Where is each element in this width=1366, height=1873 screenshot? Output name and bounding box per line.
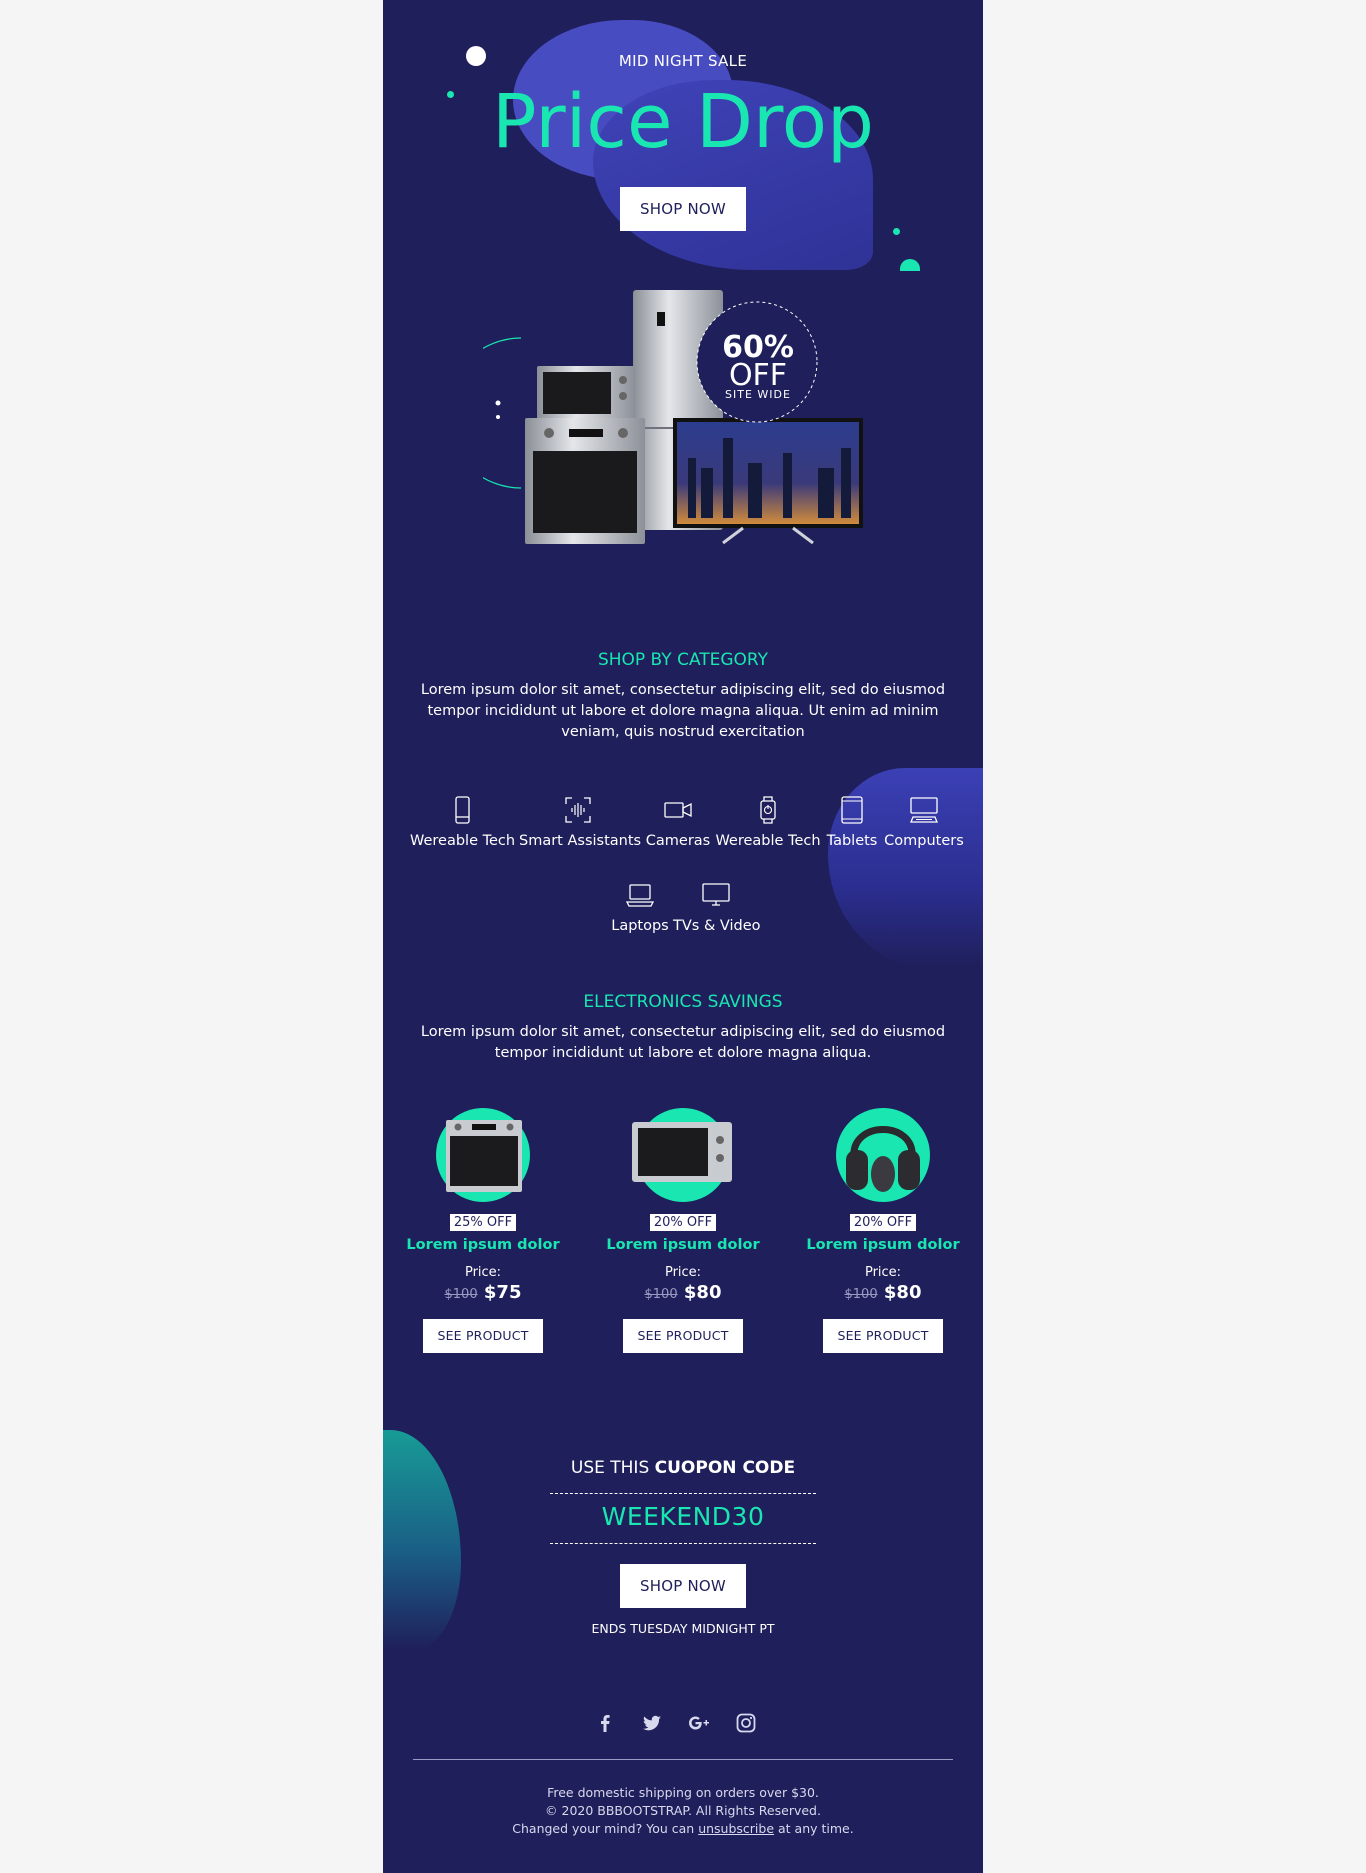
see-product-button[interactable]: SEE PRODUCT bbox=[423, 1319, 543, 1353]
product-name[interactable]: Lorem ipsum dolor bbox=[403, 1237, 563, 1253]
category-label: Wereable Tech bbox=[410, 833, 516, 849]
category-label: Laptops bbox=[611, 918, 669, 934]
voice-assistant-icon bbox=[565, 797, 591, 823]
tablet-icon bbox=[841, 796, 863, 824]
hero-appliances-image bbox=[483, 290, 863, 545]
smartphone-icon bbox=[455, 796, 470, 824]
footer-unsub-prefix: Changed your mind? You can bbox=[512, 1821, 695, 1836]
see-product-button[interactable]: SEE PRODUCT bbox=[823, 1319, 943, 1353]
laptop-icon bbox=[625, 884, 655, 907]
savings-section-text: Lorem ipsum dolor sit amet, consectetur … bbox=[420, 1024, 946, 1061]
product-card: 25% OFF Lorem ipsum dolor Price: $100 $7… bbox=[403, 1108, 563, 1353]
category-section-text: Lorem ipsum dolor sit amet, consectetur … bbox=[420, 682, 946, 740]
category-item-laptops[interactable]: Laptops bbox=[609, 880, 671, 934]
category-label: Wereable Tech bbox=[715, 833, 821, 849]
category-section-title: SHOP BY CATEGORY bbox=[597, 650, 769, 670]
product-discount-badge: 20% OFF bbox=[649, 1214, 717, 1231]
decor-dot bbox=[893, 228, 900, 235]
product-image-microwave bbox=[632, 1108, 732, 1202]
hero-eyebrow: MID NIGHT SALE bbox=[618, 52, 748, 70]
category-item-cameras[interactable]: Cameras bbox=[643, 795, 713, 849]
product-name[interactable]: Lorem ipsum dolor bbox=[803, 1237, 963, 1253]
footer-divider bbox=[413, 1759, 953, 1760]
hero-discount-off: OFF bbox=[728, 358, 788, 393]
footer-unsubscribe-line: Changed your mind? You can unsubscribe a… bbox=[383, 1821, 983, 1836]
product-old-price: $100 bbox=[644, 1287, 678, 1302]
unsubscribe-link[interactable]: unsubscribe bbox=[698, 1821, 774, 1836]
see-product-button[interactable]: SEE PRODUCT bbox=[623, 1319, 743, 1353]
category-item-wearable-tech[interactable]: Wereable Tech bbox=[410, 795, 516, 849]
desktop-computer-icon bbox=[910, 797, 938, 823]
category-item-tvs-video[interactable]: TVs & Video bbox=[673, 880, 761, 934]
product-price-label: Price: bbox=[864, 1265, 902, 1280]
product-new-price: $80 bbox=[683, 1282, 722, 1303]
coupon-shop-now-button[interactable]: SHOP NOW bbox=[620, 1564, 746, 1608]
category-label: Computers bbox=[884, 833, 964, 849]
footer-unsub-suffix: at any time. bbox=[778, 1821, 854, 1836]
coupon-expiry: ENDS TUESDAY MIDNIGHT PT bbox=[591, 1621, 775, 1636]
coupon-divider-top bbox=[550, 1493, 816, 1494]
video-camera-icon bbox=[664, 802, 692, 818]
product-card: 20% OFF Lorem ipsum dolor Price: $100 $8… bbox=[803, 1108, 963, 1353]
footer-copyright: © 2020 BBBOOTSTRAP. All Rights Reserved. bbox=[545, 1803, 821, 1818]
category-label: Tablets bbox=[826, 833, 878, 849]
product-name[interactable]: Lorem ipsum dolor bbox=[603, 1237, 763, 1253]
product-price-label: Price: bbox=[464, 1265, 502, 1280]
product-new-price: $75 bbox=[483, 1282, 522, 1303]
category-item-smart-assistants[interactable]: Smart Assistants bbox=[519, 795, 641, 849]
tv-icon bbox=[702, 883, 730, 906]
category-label: Cameras bbox=[645, 833, 711, 849]
product-price-label: Price: bbox=[664, 1265, 702, 1280]
hero-discount-scope: SITE WIDE bbox=[725, 388, 791, 401]
coupon-heading-prefix: USE THIS bbox=[570, 1458, 650, 1478]
category-item-tablets[interactable]: Tablets bbox=[825, 795, 879, 849]
hero-shop-now-button[interactable]: SHOP NOW bbox=[620, 187, 746, 231]
savings-section-title: ELECTRONICS SAVINGS bbox=[583, 992, 783, 1012]
category-label: Smart Assistants bbox=[519, 833, 642, 849]
coupon-divider-bottom bbox=[550, 1543, 816, 1544]
product-price: $100 $80 bbox=[603, 1282, 763, 1303]
product-image-oven bbox=[436, 1108, 530, 1202]
decor-half-dot bbox=[900, 259, 920, 271]
product-new-price: $80 bbox=[883, 1282, 922, 1303]
footer-shipping: Free domestic shipping on orders over $3… bbox=[547, 1785, 819, 1800]
product-discount-badge: 25% OFF bbox=[449, 1214, 517, 1231]
product-discount-badge: 20% OFF bbox=[849, 1214, 917, 1231]
product-image-headphones bbox=[836, 1108, 930, 1202]
instagram-icon[interactable] bbox=[734, 1711, 758, 1735]
email-container: MID NIGHT SALE Price Drop SHOP NOW 60% O… bbox=[383, 0, 983, 1873]
product-old-price: $100 bbox=[844, 1287, 878, 1302]
hero-title: Price Drop bbox=[491, 79, 875, 165]
coupon-heading-emphasis: CUOPON CODE bbox=[654, 1458, 796, 1478]
twitter-icon[interactable] bbox=[640, 1711, 664, 1735]
product-price: $100 $75 bbox=[403, 1282, 563, 1303]
facebook-icon[interactable] bbox=[593, 1711, 617, 1735]
category-item-computers[interactable]: Computers bbox=[879, 795, 969, 849]
smartwatch-icon bbox=[760, 796, 776, 824]
coupon-code[interactable]: WEEKEND30 bbox=[383, 1502, 983, 1531]
category-item-wearable-tech-2[interactable]: Wereable Tech bbox=[713, 795, 823, 849]
product-price: $100 $80 bbox=[803, 1282, 963, 1303]
category-label: TVs & Video bbox=[673, 918, 761, 934]
product-card: 20% OFF Lorem ipsum dolor Price: $100 $8… bbox=[603, 1108, 763, 1353]
coupon-heading: USE THIS CUOPON CODE bbox=[383, 1458, 983, 1478]
google-plus-icon[interactable] bbox=[687, 1711, 711, 1735]
product-old-price: $100 bbox=[444, 1287, 478, 1302]
